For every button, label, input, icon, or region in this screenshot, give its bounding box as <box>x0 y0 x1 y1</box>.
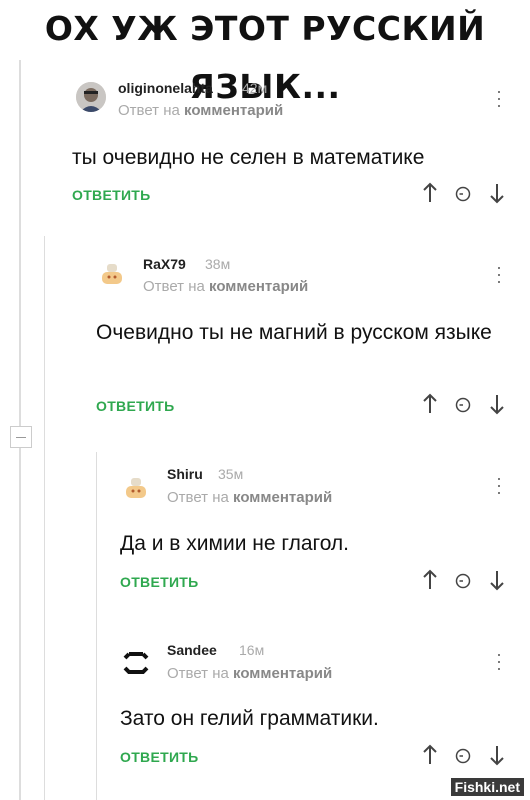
upvote-icon[interactable] <box>421 393 439 415</box>
comment-text: Да и в химии не глагол. <box>120 532 350 555</box>
thread-line <box>96 452 97 800</box>
comment-text: Очевидно ты не магний в русском языке <box>96 321 492 344</box>
watermark: Fishki.net <box>450 778 524 796</box>
more-options-icon[interactable]: · · · <box>496 469 502 501</box>
page-title: ОХ УЖ ЭТОТ РУССКИЙ ЯЗЫК... <box>44 9 486 106</box>
username[interactable]: Sandee <box>167 642 217 658</box>
downvote-icon[interactable] <box>488 744 506 766</box>
upvote-icon[interactable] <box>421 182 439 204</box>
comment-time: 16м <box>239 642 265 658</box>
avatar[interactable] <box>76 82 106 112</box>
comment-text: Зато он гелий грамматики. <box>120 707 379 730</box>
reply-button[interactable]: ОТВЕТИТЬ <box>72 187 151 203</box>
comment-time: 38м <box>205 256 231 272</box>
more-options-icon[interactable]: · · · <box>496 258 502 290</box>
comment-text: ты очевидно не селен в математике <box>72 146 425 169</box>
reply-to: Ответ на комментарий <box>118 102 284 119</box>
downvote-icon[interactable] <box>488 393 506 415</box>
reply-to: Ответ на комментарий <box>167 665 333 682</box>
clock-icon[interactable] <box>455 573 471 589</box>
username[interactable]: Shiru <box>167 466 203 482</box>
reply-target-link[interactable]: комментарий <box>184 102 283 119</box>
avatar[interactable] <box>97 258 127 288</box>
avatar[interactable] <box>121 472 151 502</box>
reply-button[interactable]: ОТВЕТИТЬ <box>120 749 199 765</box>
downvote-icon[interactable] <box>488 182 506 204</box>
more-options-icon[interactable]: · · · <box>496 645 502 677</box>
comment-time: 42м <box>242 80 268 96</box>
collapse-thread-button[interactable] <box>10 426 32 448</box>
reply-to: Ответ на комментарий <box>143 278 309 295</box>
reply-target-link[interactable]: комментарий <box>233 665 332 682</box>
username[interactable]: oliginonelahta <box>118 80 213 96</box>
clock-icon[interactable] <box>455 397 471 413</box>
clock-icon[interactable] <box>455 748 471 764</box>
reply-to: Ответ на комментарий <box>167 489 333 506</box>
comment-time: 35м <box>218 466 244 482</box>
username[interactable]: RaX79 <box>143 256 186 272</box>
reply-target-link[interactable]: комментарий <box>209 278 308 295</box>
reply-button[interactable]: ОТВЕТИТЬ <box>96 398 175 414</box>
reply-button[interactable]: ОТВЕТИТЬ <box>120 574 199 590</box>
avatar[interactable] <box>121 648 151 678</box>
downvote-icon[interactable] <box>488 569 506 591</box>
reply-target-link[interactable]: комментарий <box>233 489 332 506</box>
upvote-icon[interactable] <box>421 569 439 591</box>
thread-line <box>44 236 45 800</box>
clock-icon[interactable] <box>455 186 471 202</box>
more-options-icon[interactable]: · · · <box>496 82 502 114</box>
upvote-icon[interactable] <box>421 744 439 766</box>
